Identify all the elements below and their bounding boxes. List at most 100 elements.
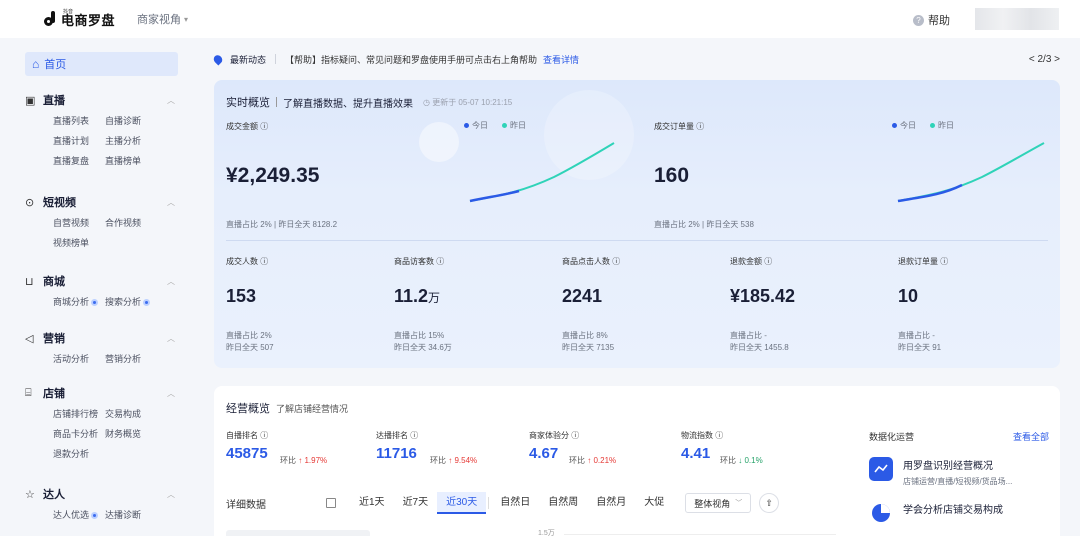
sidebar-section-header[interactable]: ◁ 营销 ︿: [25, 330, 175, 346]
trend-chart-icon: [869, 457, 893, 481]
arrow-up-icon: ↑: [448, 456, 453, 465]
sidebar-item-label: 搜索分析: [105, 297, 142, 307]
sidebar-item-marketing-analysis[interactable]: 营销分析: [105, 352, 165, 365]
kpi-label-text: 商家体验分: [529, 431, 569, 440]
info-icon[interactable]: ⓘ: [571, 431, 579, 440]
legend-today: 今日: [900, 121, 916, 130]
tab-natural-week[interactable]: 自然周: [539, 492, 587, 514]
orders-foot: 直播占比 2% | 昨日全天 538: [654, 220, 754, 229]
info-icon[interactable]: ⓘ: [260, 122, 268, 131]
logo-small-text: 抖音: [63, 9, 74, 15]
help-button[interactable]: ? 帮助: [913, 12, 950, 28]
info-icon[interactable]: ⓘ: [764, 257, 772, 266]
sidebar-item-campaign-analysis[interactable]: 活动分析: [53, 352, 105, 365]
arrow-down-icon: ↓: [738, 456, 743, 465]
info-icon[interactable]: ⓘ: [715, 431, 723, 440]
sidebar-section-header[interactable]: ▣ 直播 ︿: [25, 92, 175, 108]
logistics-index-label: 物流指数 ⓘ: [681, 430, 723, 441]
cart-icon: ⊔: [25, 275, 34, 288]
buyers-live-ratio: 直播占比 2%: [226, 331, 272, 340]
view-details-link[interactable]: 查看详情: [543, 53, 579, 66]
sidebar-item-self-live-diag[interactable]: 自播诊断: [105, 114, 165, 127]
buyers-value: 153: [226, 286, 257, 306]
calendar-icon[interactable]: [326, 498, 336, 508]
news-icon: [211, 52, 225, 66]
sidebar-item-refund-analysis[interactable]: 退款分析: [53, 447, 105, 460]
sidebar-item-search-analysis[interactable]: 搜索分析: [105, 295, 165, 308]
sidebar-item-live-review[interactable]: 直播复盘: [53, 154, 105, 167]
user-account-blurred[interactable]: [975, 8, 1059, 30]
legend-yesterday: 昨日: [510, 121, 526, 130]
data-ops-item[interactable]: 学会分析店铺交易构成: [869, 501, 1049, 525]
info-icon[interactable]: ⓘ: [612, 257, 620, 266]
sidebar-section-header[interactable]: ⊔ 商城 ︿: [25, 273, 175, 289]
chevron-up-icon: ︿: [167, 388, 175, 398]
orders-live-ratio: 直播占比 2%: [654, 220, 700, 229]
tab-last-1-day[interactable]: 近1天: [350, 492, 394, 514]
sidebar-item-store-ranking[interactable]: 店铺排行榜: [53, 407, 105, 420]
sidebar-item-creator-live-diag[interactable]: 达播诊断: [105, 508, 165, 521]
tab-last-30-days[interactable]: 近30天: [437, 492, 487, 514]
sidebar-item-home[interactable]: ⌂ 首页: [25, 52, 178, 76]
clicks-yesterday: 昨日全天 7135: [562, 343, 615, 352]
sidebar-section-header[interactable]: ⌸ 店铺 ︿: [25, 385, 175, 401]
visitors-label: 商品访客数 ⓘ: [394, 256, 444, 267]
data-ops-item-title: 学会分析店铺交易构成: [903, 505, 1003, 516]
sidebar-item-product-card-analysis[interactable]: 商品卡分析: [53, 427, 105, 440]
new-dot-icon: [91, 512, 99, 519]
view-select[interactable]: 整体视角 ﹀: [685, 493, 752, 513]
info-icon[interactable]: ⓘ: [260, 431, 268, 440]
visitors-value: 11.2万: [394, 286, 440, 307]
metric-label-text: 成交人数: [226, 257, 258, 266]
sidebar-item-anchor-analysis[interactable]: 主播分析: [105, 134, 165, 147]
data-ops-item[interactable]: 用罗盘识别经营概况 店铺运营/直播/短视频/货品场...: [869, 457, 1049, 487]
merchant-view-select[interactable]: 商家视角 ▾: [137, 11, 188, 27]
refund-orders-value: 10: [898, 286, 919, 306]
sidebar-item-creator-select[interactable]: 达人优选: [53, 508, 105, 521]
sidebar-section-header[interactable]: ⊙ 短视频 ︿: [25, 194, 175, 210]
orders-sparkline: [897, 142, 1045, 203]
announcement-pager[interactable]: < 2/3 >: [1029, 54, 1060, 65]
merchant-view-label: 商家视角: [137, 14, 182, 26]
info-icon[interactable]: ⓘ: [260, 257, 268, 266]
legend-today: 今日: [472, 121, 488, 130]
merchant-score-change: 环比 ↑ 0.21%: [569, 455, 616, 466]
sidebar-section-header[interactable]: ☆ 达人 ︿: [25, 486, 175, 502]
tab-big-promo[interactable]: 大促: [635, 492, 673, 514]
upload-icon[interactable]: ⇧: [759, 493, 780, 513]
sidebar-item-mall-analysis[interactable]: 商城分析: [53, 295, 105, 308]
info-icon[interactable]: ⓘ: [436, 257, 444, 266]
logo[interactable]: 电商罗盘: [44, 10, 115, 29]
visitors-yesterday: 昨日全天 34.6万: [394, 343, 452, 352]
buyers-label: 成交人数 ⓘ: [226, 256, 268, 267]
legend-dot-yesterday: [930, 123, 935, 128]
sparkline-yesterday: [897, 142, 1045, 202]
sidebar-item-own-video[interactable]: 自营视频: [53, 216, 105, 229]
sidebar-section-live: ▣ 直播 ︿ 直播列表 自播诊断 直播计划 主播分析 直播复盘 直播榜单: [25, 92, 175, 167]
sidebar-item-trade-composition[interactable]: 交易构成: [105, 407, 165, 420]
announcement-title: 最新动态: [230, 54, 267, 65]
change-label: 环比: [720, 456, 736, 465]
store-icon: ⌸: [25, 386, 32, 399]
gmv-sparkline: [469, 142, 615, 203]
info-icon[interactable]: ⓘ: [696, 122, 704, 131]
sidebar-item-live-plan[interactable]: 直播计划: [53, 134, 105, 147]
view-all-link[interactable]: 查看全部: [1013, 430, 1049, 443]
sidebar-item-video-ranking[interactable]: 视频榜单: [53, 236, 105, 249]
info-icon[interactable]: ⓘ: [410, 431, 418, 440]
tab-last-7-days[interactable]: 近7天: [394, 492, 438, 514]
kpi-label-text: 达播排名: [376, 431, 408, 440]
tab-natural-month[interactable]: 自然月: [587, 492, 635, 514]
section-title: 经营概览: [226, 403, 270, 415]
sidebar-item-coop-video[interactable]: 合作视频: [105, 216, 165, 229]
metric-label-text: 商品点击人数: [562, 257, 610, 266]
sidebar-item-live-ranking[interactable]: 直播榜单: [105, 154, 165, 167]
sidebar-item-finance-overview[interactable]: 财务概览: [105, 427, 165, 440]
buyers-foot: 直播占比 2% 昨日全天 507: [226, 330, 274, 354]
chart-grid-line: [564, 534, 836, 535]
section-desc: 了解直播数据、提升直播效果: [283, 98, 413, 110]
tab-natural-day[interactable]: 自然日: [491, 492, 539, 514]
sidebar-item-live-list[interactable]: 直播列表: [53, 114, 105, 127]
info-icon[interactable]: ⓘ: [940, 257, 948, 266]
detail-data-toolbar: 详细数据 近1天 近7天 近30天 自然日 自然周 自然月 大促 整体视角 ﹀ ⇧: [226, 492, 838, 514]
